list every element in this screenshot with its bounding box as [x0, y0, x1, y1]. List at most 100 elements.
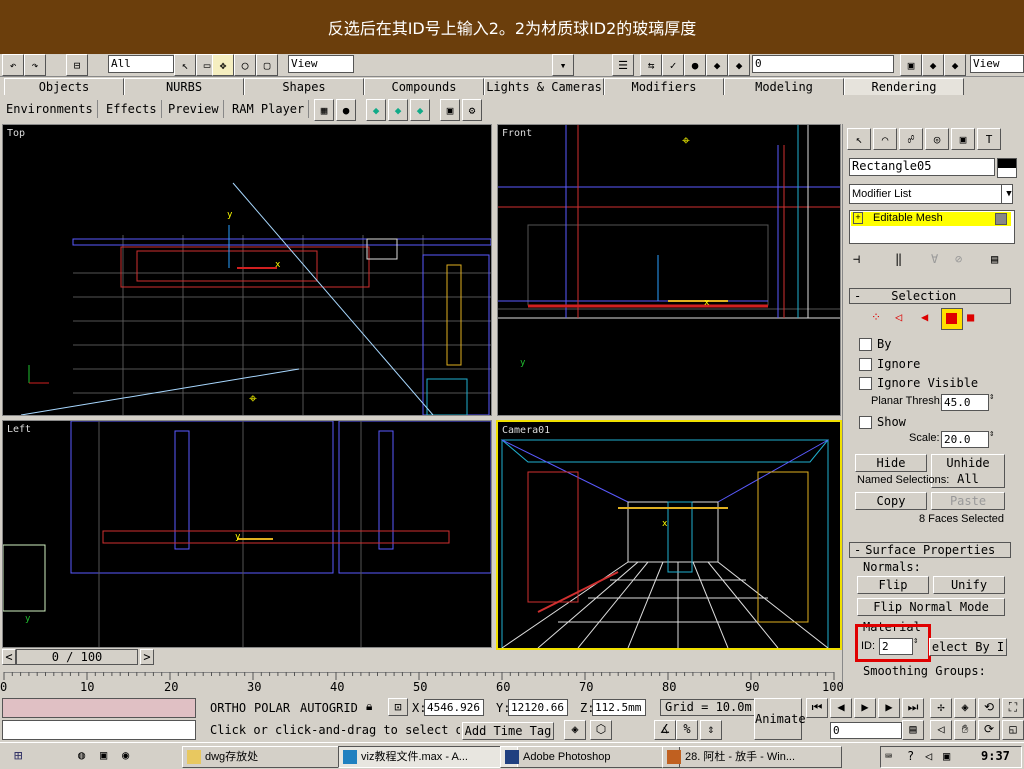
edge-icon[interactable]: ◁ — [895, 310, 902, 324]
ignore-checkbox[interactable] — [859, 358, 872, 371]
move-icon[interactable]: ✥ — [212, 54, 234, 76]
object-color-swatch[interactable] — [997, 158, 1017, 178]
surface-properties-header[interactable]: - Surface Properties — [849, 542, 1011, 558]
volume-icon[interactable]: ◁ — [925, 749, 932, 763]
material-editor-icon[interactable]: ● — [684, 54, 706, 76]
pin-stack-icon[interactable]: ⊣ — [853, 252, 860, 266]
face-icon[interactable]: ◀ — [921, 310, 928, 324]
selection-rollout-header[interactable]: - Selection — [849, 288, 1011, 304]
pan-icon[interactable]: ✋︎ — [954, 720, 976, 740]
teapot-region-icon[interactable]: ◆ — [388, 99, 408, 121]
object-name-field[interactable]: Rectangle05 — [849, 158, 995, 176]
render-scene-icon[interactable]: ▣ — [900, 54, 922, 76]
tab-nurbs[interactable]: NURBS — [124, 78, 244, 95]
tab-modifiers[interactable]: Modifiers — [604, 78, 724, 95]
taskbar-item-media-player[interactable]: 28. 阿杜 - 放手 - Win... — [662, 746, 842, 768]
track-ruler[interactable]: 0 10 20 30 40 50 60 70 80 90 100 — [0, 668, 844, 694]
taskbar-item-max-file[interactable]: viz教程文件.max - A... — [338, 746, 518, 768]
mirror-icon[interactable]: ⇆ — [640, 54, 662, 76]
tab-rendering[interactable]: Rendering — [844, 78, 964, 95]
copy-button[interactable]: Copy — [855, 492, 927, 510]
y-coordinate-field[interactable]: 12120.66 — [508, 699, 568, 716]
ortho-toggle[interactable]: ORTHO — [210, 701, 246, 715]
render-last-icon[interactable]: ◆ — [922, 54, 944, 76]
viewport-top[interactable]: Top y x ⌖ — [2, 124, 492, 416]
maxscript-listener[interactable] — [2, 698, 196, 718]
select-icon[interactable]: ↖ — [174, 54, 196, 76]
flip-normal-mode-button[interactable]: Flip Normal Mode — [857, 598, 1005, 616]
coord-system-dropdown[interactable]: View — [288, 55, 354, 73]
percent-snap-icon[interactable]: % — [676, 720, 698, 740]
by-checkbox[interactable] — [859, 338, 872, 351]
render-icon[interactable]: ◆ — [706, 54, 728, 76]
planar-thresh-field[interactable]: 45.0 — [941, 394, 989, 411]
maxscript-input[interactable] — [2, 720, 196, 740]
tab-shapes[interactable]: Shapes — [244, 78, 364, 95]
lock-icon[interactable]: 🔒︎ — [366, 699, 372, 714]
viewport-front[interactable]: Front ⌖ x y — [497, 124, 841, 416]
filter-icon[interactable]: ⊟ — [66, 54, 88, 76]
autogrid-toggle[interactable]: AUTOGRID — [300, 701, 358, 715]
play-icon[interactable]: ▶ — [854, 698, 876, 718]
render-view-dropdown[interactable]: View — [970, 55, 1024, 73]
light-icon[interactable]: ✓ — [662, 54, 684, 76]
tab-objects[interactable]: Objects — [4, 78, 124, 95]
viewport-camera[interactable]: Camera01 x — [496, 420, 842, 650]
display-tab-icon[interactable]: ▣ — [951, 128, 975, 150]
modifier-list-dropdown[interactable]: Modifier List — [849, 184, 1013, 204]
vertex-icon[interactable]: ⁘ — [871, 310, 881, 324]
go-to-start-icon[interactable]: ⏮ — [806, 698, 828, 718]
planar-thresh-spinner[interactable]: ⇕ — [989, 392, 994, 402]
preview-button[interactable]: Preview — [168, 100, 224, 118]
material-id-spinner[interactable]: ⇕ — [913, 636, 918, 646]
chevron-down-icon[interactable]: ▼ — [1001, 185, 1016, 203]
teapot-render-icon[interactable]: ◆ — [366, 99, 386, 121]
unify-button[interactable]: Unify — [933, 576, 1005, 594]
tab-lights-cameras[interactable]: Lights & Cameras — [484, 78, 604, 95]
angle-snap-icon[interactable]: ∡ — [654, 720, 676, 740]
zoom-all-icon[interactable]: ◈ — [954, 698, 976, 718]
help-icon[interactable]: ? — [907, 749, 914, 763]
pivot-dropdown-icon[interactable]: ▾ — [552, 54, 574, 76]
stack-item-editable-mesh[interactable]: + Editable Mesh — [851, 212, 1011, 226]
polar-toggle[interactable]: POLAR — [254, 701, 290, 715]
zoom-extents-icon[interactable]: ⟲ — [978, 698, 1000, 718]
render-type-icon[interactable]: ◆ — [944, 54, 966, 76]
stack-toggle-icon[interactable] — [995, 213, 1007, 225]
scale-icon[interactable]: ▢ — [256, 54, 278, 76]
material-id-field[interactable]: 2 — [879, 638, 913, 655]
gear-icon[interactable]: ⚙ — [462, 99, 482, 121]
zoom-extents-all-icon[interactable]: ⛶ — [1002, 698, 1024, 718]
named-selection-field[interactable]: 0 — [752, 55, 894, 73]
motion-tab-icon[interactable]: ◎ — [925, 128, 949, 150]
keyboard-icon[interactable]: ⌨ — [885, 749, 892, 763]
time-slider[interactable]: 0 / 100 — [16, 649, 138, 665]
zoom-icon[interactable]: ✢ — [930, 698, 952, 718]
min-max-toggle-icon[interactable]: ◱ — [1002, 720, 1024, 740]
select-by-id-button[interactable]: elect By I — [929, 638, 1007, 656]
spinner-snap-icon[interactable]: ⇕ — [700, 720, 722, 740]
configure-sets-icon[interactable]: ▤ — [991, 252, 998, 266]
element-icon[interactable]: ■ — [967, 310, 974, 324]
create-tab-icon[interactable]: ↖ — [847, 128, 871, 150]
remove-modifier-icon[interactable]: ⊘ — [955, 252, 962, 266]
media-icon[interactable]: ◉ — [122, 748, 138, 764]
hierarchy-tab-icon[interactable]: ☍ — [899, 128, 923, 150]
snap-icon[interactable]: ⬡ — [590, 720, 612, 740]
ram-player-button[interactable]: RAM Player — [232, 100, 310, 118]
animate-button[interactable]: Animate — [754, 698, 806, 740]
arc-rotate-icon[interactable]: ⟳ — [978, 720, 1000, 740]
teapot-last-icon[interactable]: ◆ — [410, 99, 430, 121]
network-icon[interactable]: ▣ — [943, 749, 950, 763]
prev-key-icon[interactable]: ◀ — [830, 698, 852, 718]
viewport-left[interactable]: Left y y — [2, 420, 492, 648]
x-coordinate-field[interactable]: 4546.926 — [424, 699, 484, 716]
checker-icon[interactable]: ▦ — [314, 99, 334, 121]
go-to-end-icon[interactable]: ⏭ — [902, 698, 924, 718]
render-frame-icon[interactable]: ▣ — [440, 99, 460, 121]
ignore-visible-checkbox[interactable] — [859, 377, 872, 390]
modify-tab-icon[interactable]: ⌒ — [873, 128, 897, 150]
ie-icon[interactable]: ◍ — [78, 748, 94, 764]
material-icon[interactable]: ● — [336, 99, 356, 121]
undo-icon[interactable]: ↶ — [2, 54, 24, 76]
